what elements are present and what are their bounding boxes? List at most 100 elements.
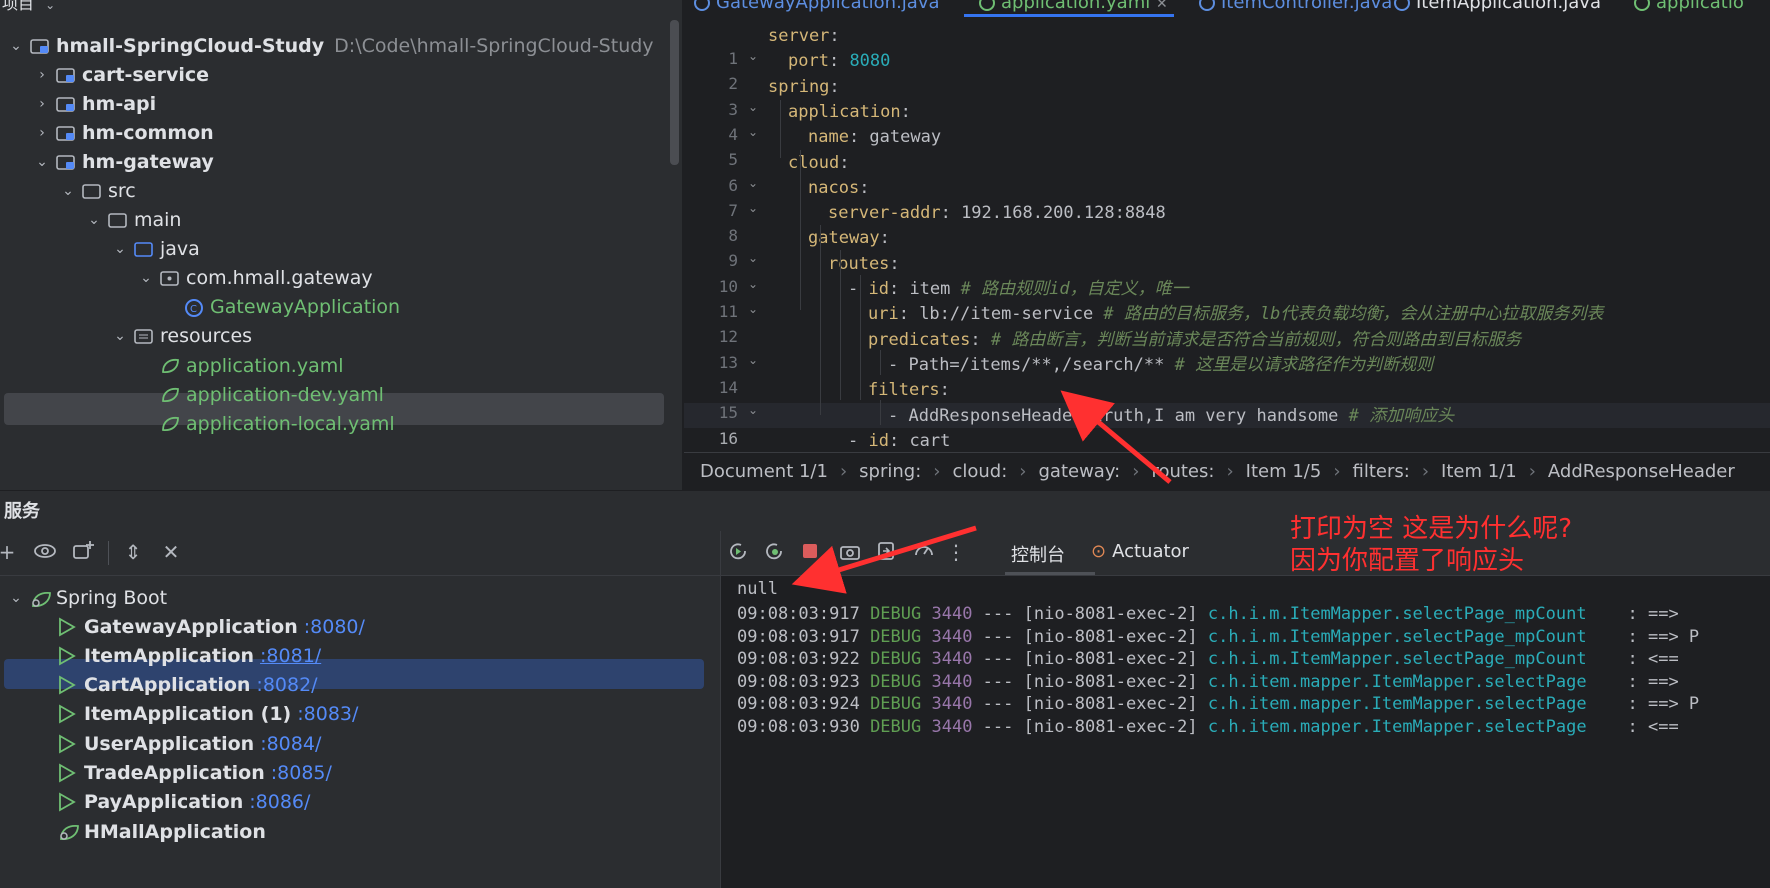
breadcrumb-item[interactable]: routes: xyxy=(1151,461,1214,482)
chevron-down-icon[interactable]: ⌄ xyxy=(8,590,24,606)
chevron-right-icon[interactable]: › xyxy=(34,67,50,83)
service-app-port-link[interactable]: :8080/ xyxy=(304,616,365,638)
close-icon[interactable]: ✕ xyxy=(1156,0,1168,12)
yaml-key: id xyxy=(868,430,889,451)
profiler-icon[interactable] xyxy=(911,539,937,565)
breadcrumb-item[interactable]: Item 1/5 xyxy=(1246,461,1322,482)
service-app-name: TradeApplication xyxy=(84,762,265,784)
tree-item-hm-api[interactable]: › hm-api xyxy=(34,89,156,118)
expand-all-icon[interactable]: ⇕ xyxy=(120,539,146,565)
fold-chevron-icon[interactable]: ⌄ xyxy=(748,44,758,69)
breadcrumb-item[interactable]: AddResponseHeader xyxy=(1548,461,1735,482)
chevron-down-icon[interactable]: ⌄ xyxy=(60,183,76,199)
fold-chevron-icon[interactable]: ⌄ xyxy=(748,95,758,120)
chevron-down-icon[interactable]: ⌄ xyxy=(34,154,50,170)
fold-chevron-icon[interactable]: ⌄ xyxy=(748,398,758,423)
svg-text:C: C xyxy=(190,304,197,315)
tab-application-yaml[interactable]: application.yaml ✕ xyxy=(979,0,1168,13)
chevron-down-icon[interactable]: ⌄ xyxy=(112,241,128,257)
new-group-icon[interactable] xyxy=(70,539,96,565)
breadcrumb-item[interactable]: Document 1/1 xyxy=(700,461,828,482)
yaml-value: : xyxy=(879,228,890,249)
chevron-down-icon[interactable]: ⌄ xyxy=(138,270,154,286)
line-number: 9 xyxy=(728,251,738,271)
chevron-down-icon[interactable]: ⌄ xyxy=(112,328,128,344)
package-icon xyxy=(160,269,180,286)
service-app-row[interactable]: HMallApplication xyxy=(58,817,266,846)
yaml-comment: # 这里是以请求路径作为判断规则 xyxy=(1174,354,1434,375)
service-app-port-link[interactable]: :8086/ xyxy=(249,791,310,813)
line-number: 14 xyxy=(718,377,738,397)
restore-layout-icon[interactable] xyxy=(873,539,899,565)
service-app-port-link[interactable]: :8082/ xyxy=(256,674,317,696)
service-app-row[interactable]: ItemApplication (1):8083/ xyxy=(58,700,358,729)
project-scrollbar[interactable] xyxy=(670,20,679,165)
rerun-icon[interactable] xyxy=(725,539,751,565)
service-app-row[interactable]: ItemApplication:8081/ xyxy=(58,641,321,670)
tree-item-src[interactable]: ⌄ src xyxy=(60,176,136,205)
tree-item-java[interactable]: ⌄ java xyxy=(112,234,200,263)
tree-group-spring-boot[interactable]: ⌄ Spring Boot xyxy=(8,583,167,612)
service-app-row[interactable]: UserApplication:8084/ xyxy=(58,729,321,758)
tab-actuator[interactable]: ⊙ Actuator xyxy=(1091,541,1189,562)
spring-leaf-icon xyxy=(160,386,180,403)
chevron-right-icon[interactable]: › xyxy=(34,96,50,112)
log-thread: [nio-8081-exec-2] xyxy=(1023,649,1208,670)
fold-chevron-icon[interactable]: ⌄ xyxy=(748,196,758,221)
service-app-row[interactable]: TradeApplication :8085/ xyxy=(58,759,332,788)
chevron-down-icon[interactable]: ⌄ xyxy=(8,38,24,54)
tree-item-main[interactable]: ⌄ main xyxy=(86,205,181,234)
fold-chevron-icon[interactable]: ⌄ xyxy=(748,246,758,271)
run-icon xyxy=(58,734,76,754)
service-app-row[interactable]: CartApplication:8082/ xyxy=(58,671,318,700)
collapse-all-icon[interactable]: ✕ xyxy=(158,539,184,565)
fold-chevron-icon[interactable]: ⌄ xyxy=(748,272,758,297)
tree-item-hm-gateway[interactable]: ⌄ hm-gateway xyxy=(34,147,214,176)
tree-root-hmall[interactable]: ⌄ hmall-SpringCloud-Study D:\Code\hmall-… xyxy=(8,31,653,60)
breadcrumb-item[interactable]: filters: xyxy=(1353,461,1410,482)
log-time: 09:08:03:924 xyxy=(737,694,871,715)
tree-item-application-local-yaml[interactable]: application-local.yaml xyxy=(160,409,395,438)
add-icon[interactable]: + xyxy=(0,539,20,565)
service-app-port-link[interactable]: :8081/ xyxy=(260,645,321,667)
breadcrumb-item[interactable]: gateway: xyxy=(1038,461,1120,482)
yaml-value: : cart xyxy=(888,430,951,451)
tab-item-controller[interactable]: ItemController.java xyxy=(1199,0,1392,13)
fold-chevron-icon[interactable]: ⌄ xyxy=(748,120,758,145)
breadcrumb-item[interactable]: spring: xyxy=(859,461,921,482)
tree-item-application-yaml[interactable]: application.yaml xyxy=(160,351,344,380)
code-line: nacos: xyxy=(808,176,869,201)
screenshot-icon[interactable] xyxy=(837,539,863,565)
breadcrumb-item[interactable]: cloud: xyxy=(952,461,1007,482)
log-logger: c.h.item.mapper.ItemMapper.selectPage xyxy=(1207,717,1587,737)
class-icon xyxy=(694,0,710,11)
tab-application-overflow[interactable]: applicatio xyxy=(1634,0,1744,13)
chevron-down-icon[interactable]: ⌄ xyxy=(86,212,102,228)
tab-gateway-application[interactable]: GatewayApplication.java xyxy=(694,0,940,13)
tree-item-hm-common[interactable]: › hm-common xyxy=(34,118,214,147)
fold-chevron-icon[interactable]: ⌄ xyxy=(748,171,758,196)
tree-item-application-dev-yaml[interactable]: application-dev.yaml xyxy=(160,380,384,409)
chevron-right-icon[interactable]: › xyxy=(34,125,50,141)
tab-console[interactable]: 控制台 xyxy=(1011,541,1065,567)
service-app-row[interactable]: PayApplication:8086/ xyxy=(58,788,310,817)
rerun-debug-icon[interactable] xyxy=(761,539,787,565)
tree-item-resources[interactable]: ⌄ resources xyxy=(112,321,252,350)
tree-item-cart-service[interactable]: › cart-service xyxy=(34,60,209,89)
service-app-row[interactable]: GatewayApplication:8080/ xyxy=(58,612,365,641)
tree-item-gateway-application[interactable]: C GatewayApplication xyxy=(184,292,400,321)
service-app-port-link[interactable]: :8084/ xyxy=(260,733,321,755)
services-toolbar: + ⇕ ✕ xyxy=(0,531,720,576)
tab-item-application[interactable]: ItemApplication.java xyxy=(1394,0,1601,13)
service-app-port-link[interactable]: :8083/ xyxy=(297,703,358,725)
service-app-port-link[interactable]: :8085/ xyxy=(271,762,332,784)
stop-icon[interactable] xyxy=(797,539,823,565)
more-icon[interactable]: ⋮ xyxy=(943,539,969,565)
fold-chevron-icon[interactable]: ⌄ xyxy=(748,348,758,373)
breadcrumb-item[interactable]: Item 1/1 xyxy=(1441,461,1517,482)
fold-chevron-icon[interactable]: ⌄ xyxy=(748,297,758,322)
log-level: DEBUG xyxy=(870,604,932,624)
tree-item-package[interactable]: ⌄ com.hmall.gateway xyxy=(138,263,373,292)
eye-icon[interactable] xyxy=(32,539,58,565)
chevron-down-icon[interactable]: ⌄ xyxy=(45,0,55,12)
